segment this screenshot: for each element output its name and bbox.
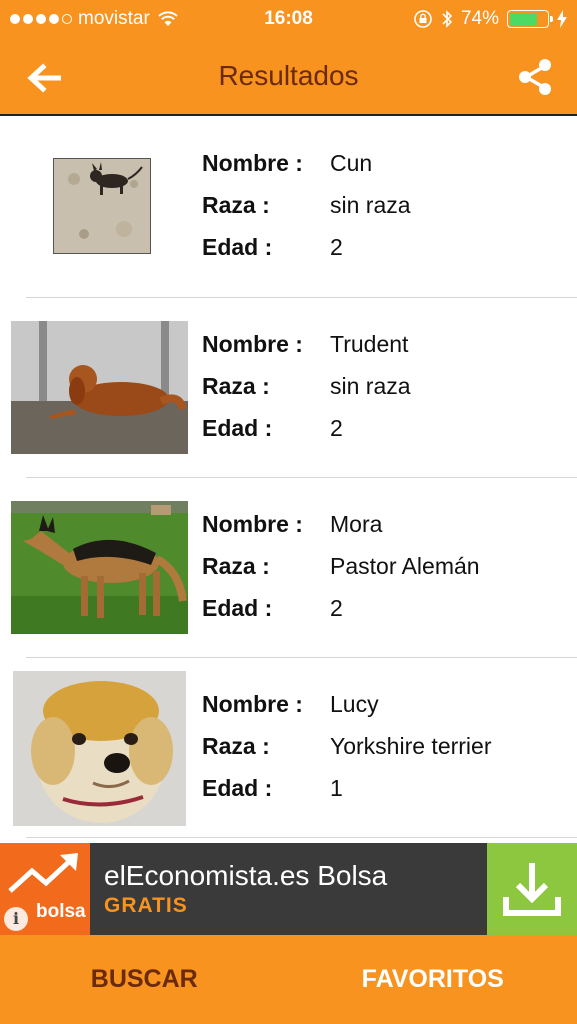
ad-banner[interactable]: bolsa i elEconomista.es Bolsa GRATIS xyxy=(0,843,577,935)
download-icon xyxy=(503,863,561,916)
dog-age: 2 xyxy=(330,234,343,260)
list-item[interactable]: Nombre : Raza : Edad : Mora Pastor Alemá… xyxy=(0,478,577,658)
edad-label: Edad : xyxy=(202,234,273,260)
ad-app-logo: bolsa i xyxy=(0,843,90,935)
row-divider xyxy=(26,837,577,838)
battery-level-fill xyxy=(510,13,537,25)
share-icon xyxy=(519,59,551,95)
tab-favoritos[interactable]: FAVORITOS xyxy=(289,935,577,1024)
edad-label: Edad : xyxy=(202,415,273,441)
raza-label: Raza : xyxy=(202,733,270,759)
raza-label: Raza : xyxy=(202,373,270,399)
dog-breed: Pastor Alemán xyxy=(330,553,480,579)
dog-breed: sin raza xyxy=(330,373,411,399)
nombre-label: Nombre : xyxy=(202,511,303,537)
results-list: Nombre : Raza : Edad : Cun sin raza 2 No… xyxy=(0,118,577,838)
wifi-icon xyxy=(158,11,178,26)
ad-logo-text: bolsa xyxy=(36,901,86,922)
navigation-bar: Resultados xyxy=(0,38,577,116)
nombre-label: Nombre : xyxy=(202,691,303,717)
dog-age: 1 xyxy=(330,775,343,801)
bottom-tab-bar: BUSCAR FAVORITOS xyxy=(0,935,577,1024)
back-button[interactable] xyxy=(24,58,64,98)
dog-name: Cun xyxy=(330,150,373,176)
nombre-label: Nombre : xyxy=(202,150,303,176)
edad-label: Edad : xyxy=(202,595,273,621)
nombre-label: Nombre : xyxy=(202,331,303,357)
dog-age: 2 xyxy=(330,595,343,621)
list-item[interactable]: Nombre : Raza : Edad : Lucy Yorkshire te… xyxy=(0,658,577,838)
ad-subtitle: GRATIS xyxy=(104,894,188,917)
tab-buscar[interactable]: BUSCAR xyxy=(0,935,289,1024)
carrier-name: movistar xyxy=(78,8,150,29)
dog-photo xyxy=(11,501,188,634)
signal-strength-icon xyxy=(10,14,72,24)
share-button[interactable] xyxy=(515,56,555,98)
ad-info-icon[interactable]: i xyxy=(4,907,28,931)
list-item[interactable]: Nombre : Raza : Edad : Trudent sin raza … xyxy=(0,298,577,478)
ad-download-button[interactable] xyxy=(487,843,577,935)
dog-name: Lucy xyxy=(330,691,379,717)
dog-name: Mora xyxy=(330,511,383,537)
edad-label: Edad : xyxy=(202,775,273,801)
ad-title: elEconomista.es Bolsa xyxy=(104,860,388,891)
page-title: Resultados xyxy=(218,60,359,91)
list-item[interactable]: Nombre : Raza : Edad : Cun sin raza 2 xyxy=(0,118,577,298)
status-bar: movistar 16:08 74% xyxy=(0,0,577,38)
dog-age: 2 xyxy=(330,415,343,441)
orientation-lock-icon xyxy=(414,10,432,28)
bluetooth-icon xyxy=(442,10,453,28)
dog-photo xyxy=(11,321,188,454)
battery-icon xyxy=(507,10,553,28)
dog-photo xyxy=(53,158,151,254)
dog-name: Trudent xyxy=(330,331,409,357)
raza-label: Raza : xyxy=(202,553,270,579)
arrow-left-icon xyxy=(27,63,61,93)
dog-breed: sin raza xyxy=(330,192,411,218)
battery-percent: 74% xyxy=(460,8,499,29)
raza-label: Raza : xyxy=(202,192,270,218)
dog-photo xyxy=(13,671,186,826)
charging-icon xyxy=(557,10,567,28)
dog-breed: Yorkshire terrier xyxy=(330,733,492,759)
